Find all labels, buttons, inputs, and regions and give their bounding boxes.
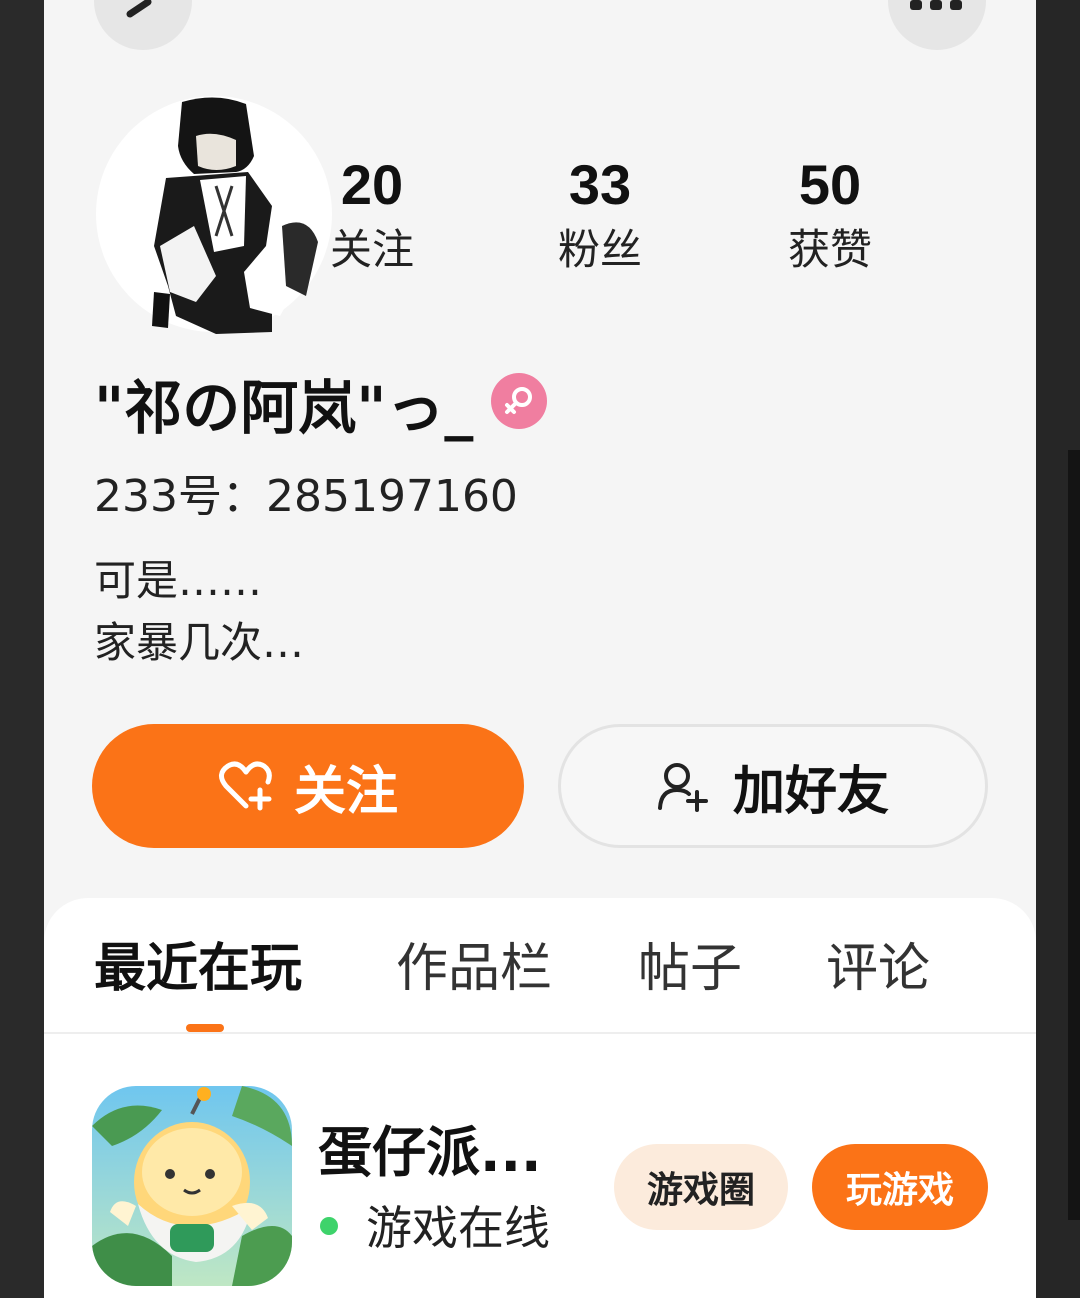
bio-line: 家暴几次…: [94, 618, 305, 667]
bio-line: 可是……: [94, 556, 263, 605]
follow-button[interactable]: 关注: [92, 724, 524, 848]
female-icon: [505, 387, 533, 414]
add-friend-label: 加好友: [732, 761, 889, 822]
more-button[interactable]: [888, 0, 986, 50]
following-label: 关注: [329, 225, 414, 274]
add-user-icon: [657, 763, 708, 812]
follow-label: 关注: [293, 761, 398, 822]
tab-works[interactable]: 作品栏: [396, 936, 552, 1002]
tab-bar: 最近在玩 作品栏 帖子 评论: [44, 898, 1036, 1034]
likes-label: 获赞: [787, 225, 872, 274]
profile-screen: 20 关注 33 粉丝 50 获赞 "祁の阿岚"っ_ 233号：28519716…: [44, 0, 1036, 1298]
username: "祁の阿岚"っ_: [94, 374, 474, 442]
right-edge: [1068, 450, 1080, 1220]
online-status-dot: [320, 1217, 338, 1235]
active-tab-indicator: [186, 1024, 224, 1032]
back-button[interactable]: [94, 0, 192, 50]
fans-label: 粉丝: [557, 225, 642, 274]
left-backdrop: [0, 0, 44, 1298]
username-row: "祁の阿岚"っ_: [94, 368, 548, 448]
game-name[interactable]: 蛋仔派...: [318, 1120, 542, 1186]
back-arrow-icon: [126, 0, 152, 18]
stat-fans[interactable]: 33 粉丝: [520, 152, 680, 278]
tab-recently-played[interactable]: 最近在玩: [94, 936, 302, 1002]
bio: 可是…… 家暴几次…: [94, 550, 304, 674]
game-circle-button[interactable]: 游戏圈: [614, 1144, 788, 1230]
user-id: 233号：285197160: [94, 471, 518, 522]
fans-count: 33: [568, 153, 632, 216]
content-card: 最近在玩 作品栏 帖子 评论 蛋仔派... 游戏在线 游戏圈 玩游戏: [44, 898, 1036, 1298]
tab-posts[interactable]: 帖子: [638, 936, 742, 1002]
heart-plus-icon: [218, 761, 272, 811]
stat-likes[interactable]: 50 获赞: [750, 152, 910, 278]
more-dots-icon: [910, 0, 964, 14]
gender-badge: [491, 373, 548, 429]
tab-comments[interactable]: 评论: [826, 936, 930, 1002]
right-backdrop: [1036, 0, 1080, 1298]
eggy-party-icon: [92, 1086, 292, 1286]
following-count: 20: [340, 153, 404, 216]
likes-count: 50: [798, 153, 862, 216]
add-friend-button[interactable]: 加好友: [558, 724, 988, 848]
online-status: 游戏在线: [366, 1201, 550, 1255]
play-game-button[interactable]: 玩游戏: [812, 1144, 988, 1230]
stat-following[interactable]: 20 关注: [292, 152, 452, 278]
game-icon[interactable]: [92, 1086, 292, 1286]
